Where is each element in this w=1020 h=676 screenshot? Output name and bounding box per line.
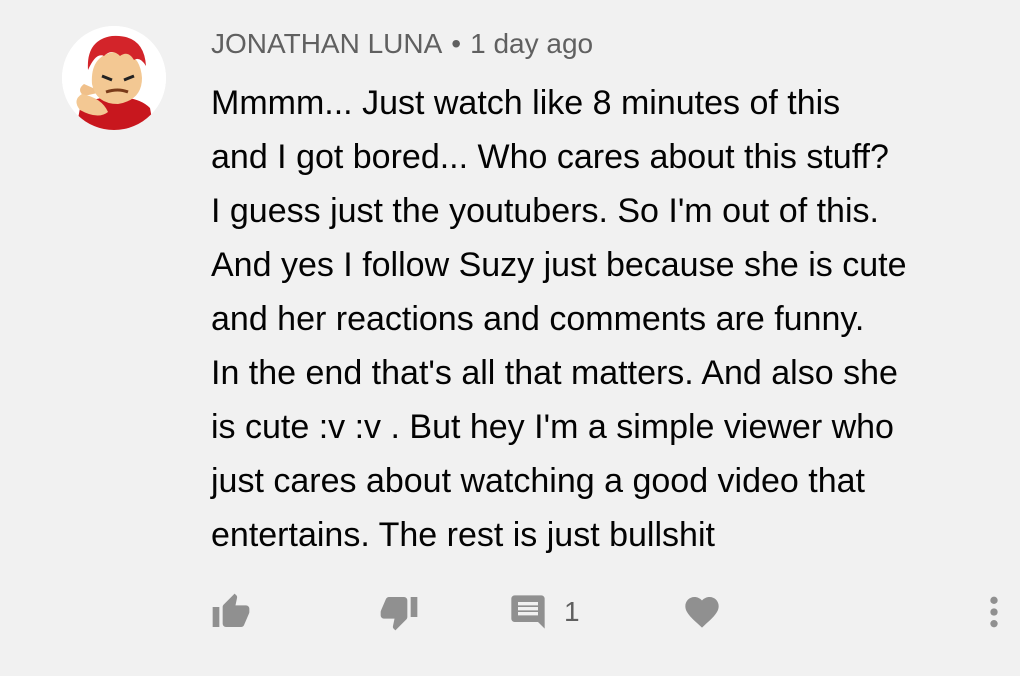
comment-line: and I got bored... Who cares about this … [211,138,889,176]
avatar-image [62,26,166,130]
author-name[interactable]: JONATHAN LUNA [211,28,442,59]
comment-line: is cute :v :v . But hey I'm a simple vie… [211,408,894,446]
comment-time[interactable]: 1 day ago [470,28,593,59]
comment-line: entertains. The rest is just bullshit [211,516,715,554]
reply-button[interactable]: 1 [508,586,580,638]
comment-line: just cares about watching a good video t… [211,462,865,500]
thumbs-up-icon [212,593,250,627]
thumbs-down-icon [380,597,418,631]
dislike-button[interactable] [378,586,420,638]
comment-line: Mmmm... Just watch like 8 minutes of thi… [211,84,841,122]
reply-count: 1 [564,596,580,627]
comment-content: JONATHAN LUNA • 1 day ago Mmmm... Just wat… [211,24,1001,562]
comment-text: Mmmm... Just watch like 8 minutes of thi… [211,76,1001,562]
like-button[interactable] [210,586,252,638]
comment-line: and her reactions and comments are funny… [211,300,865,338]
comment-actions: 1 [0,586,1020,638]
meta-separator: • [451,28,462,59]
heart-button[interactable] [682,586,722,638]
reply-icon [511,595,545,629]
comment-line: I guess just the youtubers. So I'm out o… [211,192,879,230]
comment-line: In the end that's all that matters. And … [211,354,898,392]
heart-icon [685,597,719,628]
more-options-button[interactable] [980,586,1008,638]
avatar[interactable] [62,26,166,130]
more-vert-icon [990,596,998,628]
comment-line: And yes I follow Suzy just because she i… [211,246,907,284]
comment-meta: JONATHAN LUNA • 1 day ago [211,24,1001,64]
